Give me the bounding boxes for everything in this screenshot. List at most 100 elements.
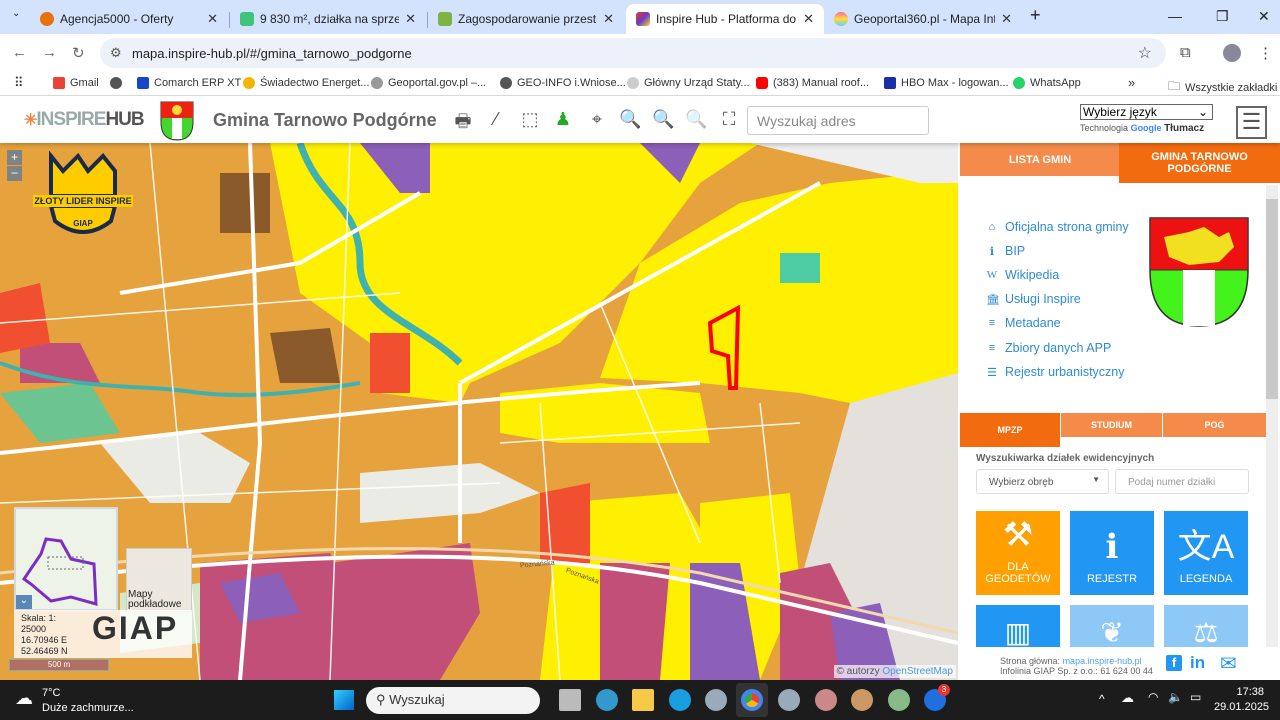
main-menu-button[interactable]: ☰ [1236,106,1267,139]
tab-geoportal360[interactable]: Geoportal360.pl - Mapa Interak ✕ [824,4,1022,34]
tile-law[interactable]: ⚖ [1164,605,1248,648]
file-explorer-icon[interactable] [632,689,654,711]
onedrive-icon[interactable]: ☁ [1121,690,1134,706]
link-wikipedia[interactable]: W Wikipedia [986,268,1059,282]
minimize-button[interactable]: — [1168,8,1182,24]
close-tab-icon[interactable]: ✕ [603,11,614,27]
zoom-previous-icon[interactable]: 🔍 [652,109,674,130]
bookmark-geo-info[interactable]: GEO-INFO i.Wniose... [500,77,626,89]
close-tab-icon[interactable]: ✕ [207,11,218,27]
parcel-number-input[interactable]: Podaj numer działki [1115,469,1249,494]
bookmark-youtube[interactable]: (383) Manual roof... [756,77,869,89]
collapse-minimap-icon[interactable]: ⌄ [16,595,32,609]
all-bookmarks-folder[interactable]: 🗀 Wszystkie zakładki [1168,77,1277,98]
basemaps-button[interactable]: Mapy podkładowe [126,548,192,612]
link-rejestr-urb[interactable]: ☰ Rejestr urbanistyczny [986,365,1124,379]
bookmark-comarch[interactable]: Comarch ERP XT [137,77,241,89]
bookmark-hbo[interactable]: HBO Max - logowan... [884,77,1009,89]
weather-icon[interactable]: ☁ [15,688,33,709]
taskbar-search[interactable]: ⚲ Wyszukaj [366,687,540,714]
tab-zagospodarowanie[interactable]: Zagospodarowanie przestrzenn ✕ [428,4,624,34]
tab-gmina[interactable]: GMINA TARNOWO PODGÓRNE [1119,143,1280,183]
tile-environment[interactable]: ❦ [1070,605,1154,648]
site-info-icon[interactable]: ⚙ [110,45,122,61]
bookmark-gmail[interactable]: Gmail [53,77,99,89]
measure-line-icon[interactable]: ⁄ [485,109,507,130]
tab-agencja[interactable]: Agencja5000 - Oferty ✕ [30,4,228,34]
address-search-input[interactable]: Wyszukaj adres [747,106,929,135]
tab-lista-gmin[interactable]: LISTA GMIN [960,143,1120,176]
link-zbiory[interactable]: ≡ Zbiory danych APP [986,341,1112,355]
zoom-in-button[interactable]: + [7,150,22,165]
task-view-icon[interactable] [559,689,581,711]
print-icon[interactable]: 🖶 [452,109,474,139]
app-icon[interactable] [888,689,910,711]
tab-studium[interactable]: STUDIUM [1061,413,1162,437]
zoom-out-button[interactable]: − [7,166,22,181]
overview-minimap[interactable]: ⌄ [14,507,118,611]
chrome-icon[interactable] [741,689,763,711]
language-select[interactable]: Wybierz język ⌄ [1080,104,1213,120]
battery-icon[interactable]: ▭ [1190,690,1201,704]
link-uslugi[interactable]: 🏛 Usługi Inspire [986,292,1081,306]
link-bip[interactable]: ℹ BIP [986,244,1025,258]
weather-widget[interactable]: 7°C Duże zachmurze... [42,686,134,716]
new-tab-button[interactable]: + [1030,5,1041,26]
tile-dla-geodetow[interactable]: ⚒ DLA GEODETÓW [976,511,1060,595]
tab-dzialka[interactable]: 9 830 m², działka na sprzedaż ✕ [230,4,426,34]
tile-map[interactable]: ▥ [976,605,1060,648]
tab-search-icon[interactable]: ⌄ [12,8,20,19]
zoom-next-icon[interactable]: 🔍 [685,109,707,130]
bookmark-star-icon[interactable]: ☆ [1138,43,1152,63]
app-icon[interactable] [815,689,837,711]
tile-rejestr[interactable]: i REJESTR [1070,511,1154,595]
tab-inspire-hub[interactable]: Inspire Hub - Platforma do pub ✕ [626,4,824,34]
openstreetmap-link[interactable]: OpenStreetMap [882,666,953,677]
wifi-icon[interactable]: ◠ [1148,690,1158,704]
tab-mpzp[interactable]: MPZP [960,413,1060,447]
restore-button[interactable]: ❐ [1216,8,1229,25]
close-tab-icon[interactable]: ✕ [1001,11,1012,27]
zoom-extent-icon[interactable]: 🔍 [619,109,641,130]
more-bookmarks-icon[interactable]: » [1128,75,1135,90]
tray-chevron-icon[interactable]: ^ [1099,692,1105,706]
apps-icon[interactable]: ⠿ [14,75,24,91]
volume-icon[interactable]: 🔈 [1168,690,1183,704]
close-tab-icon[interactable]: ✕ [803,11,814,27]
precinct-select[interactable]: Wybierz obręb ▼ [976,469,1109,494]
bookmark-geoportal[interactable]: Geoportal.gov.pl –... [371,77,486,89]
paint-icon[interactable] [596,689,618,711]
url-input[interactable]: ⚙ mapa.inspire-hub.pl/#/gmina_tarnowo_pod… [100,38,1166,68]
homepage-link[interactable]: mapa.inspire-hub.pl [1063,656,1142,666]
back-button[interactable]: ← [12,44,27,61]
extensions-icon[interactable]: ⧉ [1180,44,1191,61]
link-metadane[interactable]: ≡ Metadane [986,316,1061,330]
clock[interactable]: 17:38 29.01.2025 [1214,685,1269,715]
bookmark-whatsapp[interactable]: WhatsApp [1013,77,1081,89]
street-view-icon[interactable]: ♟ [552,109,574,130]
menu-kebab-icon[interactable]: ⋮ [1258,44,1273,62]
forward-button[interactable]: → [42,44,57,61]
bookmark-swiadectwo[interactable]: Świadectwo Energet... [243,77,369,89]
app-icon[interactable] [705,689,727,711]
close-tab-icon[interactable]: ✕ [405,11,416,27]
edge-icon[interactable] [669,689,691,711]
tile-legenda[interactable]: 文A LEGENDA [1164,511,1248,595]
panel-scrollbar-lower[interactable] [1266,433,1278,647]
linkedin-icon[interactable]: in [1190,653,1205,673]
mail-icon[interactable]: ✉ [1220,651,1237,676]
globe-icon[interactable] [110,77,122,89]
profile-avatar[interactable] [1223,44,1241,62]
locate-icon[interactable]: ⌖ [586,109,608,130]
close-window-button[interactable]: ✕ [1258,8,1270,25]
bookmark-gus[interactable]: Główny Urząd Staty... [627,77,750,89]
measure-area-icon[interactable]: ⬚ [519,109,541,130]
panel-scrollbar[interactable] [1266,185,1278,433]
map-canvas[interactable]: + − ZŁOTY LIDER INSPIRE GIAP ⌄ Mapy podk… [0,143,958,680]
start-button[interactable] [334,690,354,710]
reload-button[interactable]: ↻ [72,44,85,62]
inspirehub-logo[interactable]: ✳INSPIREHUB [24,109,145,131]
facebook-icon[interactable]: f [1166,655,1182,671]
app-icon[interactable] [778,689,800,711]
app-icon[interactable] [851,689,873,711]
